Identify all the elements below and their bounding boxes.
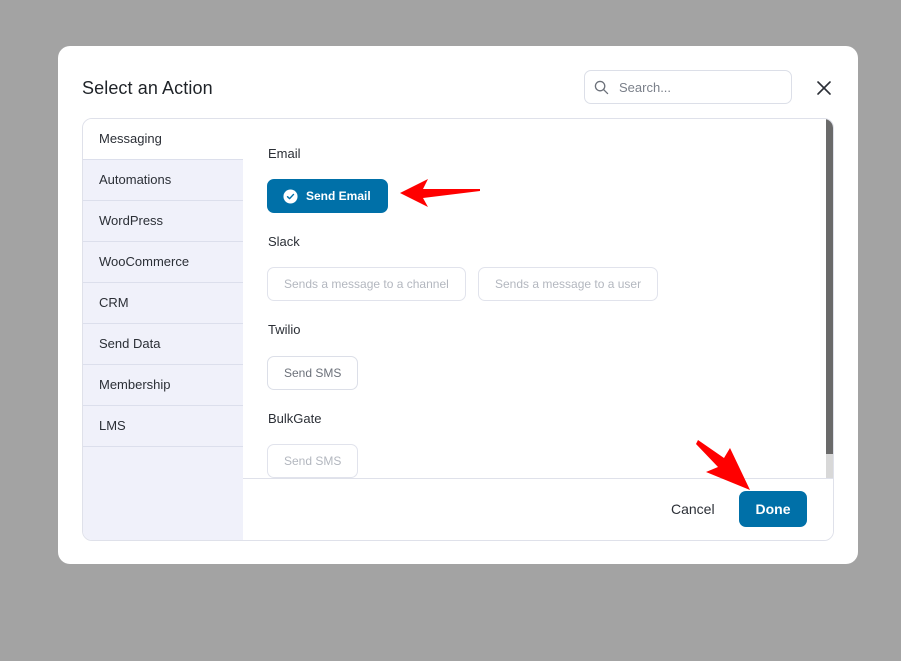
sidebar-item-wordpress[interactable]: WordPress bbox=[83, 201, 243, 242]
send-email-button[interactable]: Send Email bbox=[267, 179, 388, 213]
check-circle-icon bbox=[283, 188, 298, 204]
group-label-slack: Slack bbox=[268, 234, 300, 249]
slack-channel-message-button[interactable]: Sends a message to a channel bbox=[267, 267, 466, 301]
slack-user-message-button[interactable]: Sends a message to a user bbox=[478, 267, 659, 301]
scrollbar-track[interactable] bbox=[826, 454, 833, 479]
search-icon bbox=[594, 80, 609, 94]
scrollbar-thumb[interactable] bbox=[826, 119, 833, 454]
bulkgate-send-sms-button[interactable]: Send SMS bbox=[267, 444, 359, 478]
close-icon[interactable] bbox=[814, 78, 834, 98]
search-field[interactable] bbox=[584, 70, 792, 104]
sidebar-item-messaging[interactable]: Messaging bbox=[83, 119, 243, 160]
actions-content: Email Send Email Slack Sends a message t… bbox=[243, 119, 833, 479]
sidebar-item-lms[interactable]: LMS bbox=[83, 406, 243, 447]
annotation-arrow-left-icon bbox=[400, 179, 480, 207]
annotation-arrow-down-right-icon bbox=[696, 440, 750, 490]
sidebar-item-woocommerce[interactable]: WooCommerce bbox=[83, 242, 243, 283]
category-sidebar: Messaging Automations WordPress WooComme… bbox=[83, 119, 243, 540]
sidebar-item-send-data[interactable]: Send Data bbox=[83, 324, 243, 365]
search-input[interactable] bbox=[617, 78, 781, 96]
sidebar-item-automations[interactable]: Automations bbox=[83, 160, 243, 201]
group-label-email: Email bbox=[268, 146, 301, 161]
group-label-bulkgate: BulkGate bbox=[268, 411, 322, 426]
modal-title: Select an Action bbox=[82, 78, 213, 98]
done-button[interactable]: Done bbox=[739, 491, 807, 527]
sidebar-item-membership[interactable]: Membership bbox=[83, 365, 243, 406]
group-label-twilio: Twilio bbox=[268, 322, 301, 337]
send-email-label: Send Email bbox=[306, 189, 371, 203]
cancel-button[interactable]: Cancel bbox=[659, 491, 727, 527]
twilio-send-sms-button[interactable]: Send SMS bbox=[267, 356, 359, 390]
sidebar-item-crm[interactable]: CRM bbox=[83, 283, 243, 324]
